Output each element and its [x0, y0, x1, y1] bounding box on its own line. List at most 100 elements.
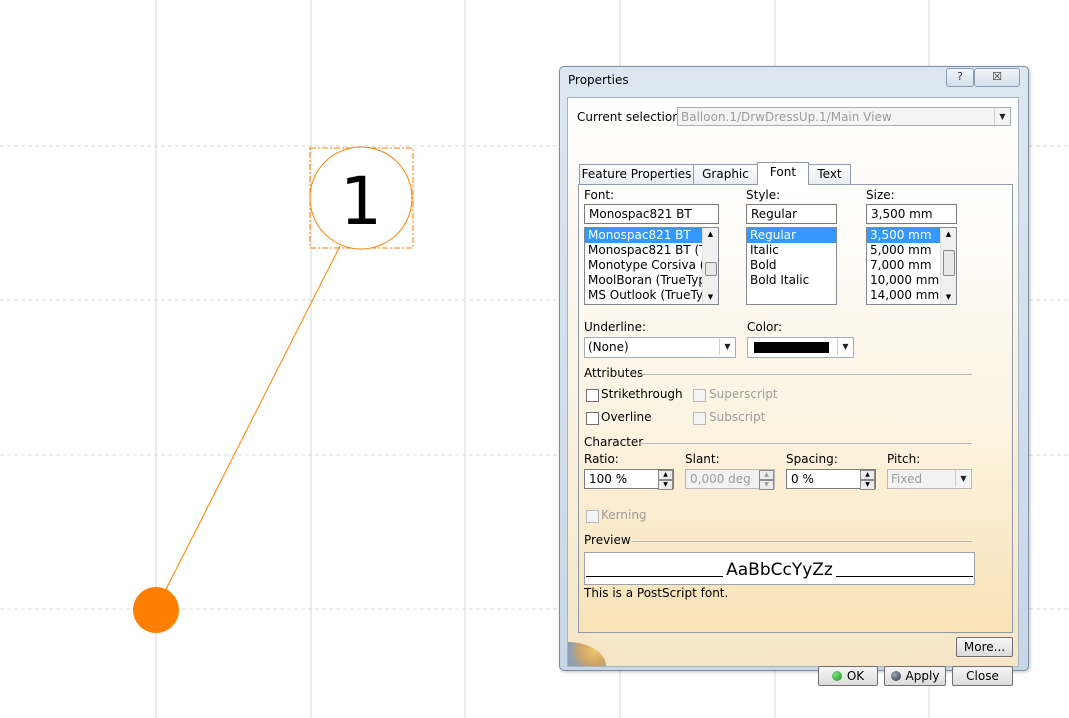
list-item[interactable]: Monospac821 BT: [585, 228, 718, 243]
properties-dialog: Properties ? ☒ Current selection : Ballo…: [559, 66, 1029, 686]
ok-icon: [831, 671, 842, 681]
font-preview: AaBbCcYyZz: [584, 552, 975, 585]
spin-up-icon: ▲: [759, 470, 774, 480]
font-label: Font:: [584, 188, 615, 202]
help-button[interactable]: ?: [946, 68, 974, 87]
subscript-checkbox: [693, 412, 706, 425]
balloon-number: 1: [340, 163, 382, 240]
list-item[interactable]: Monotype Corsiva (Tr: [585, 258, 718, 273]
apply-button[interactable]: Apply: [884, 666, 946, 686]
kerning-label: Kerning: [601, 508, 647, 522]
ratio-spinner[interactable]: 100 % ▲ ▼: [584, 469, 674, 490]
overline-label: Overline: [601, 410, 652, 424]
ok-button[interactable]: OK: [818, 666, 878, 686]
style-list[interactable]: Regular Italic Bold Bold Italic: [746, 227, 837, 305]
apply-icon: [890, 671, 901, 681]
chevron-down-icon: ▼: [994, 108, 1010, 125]
leader-anchor-dot[interactable]: [133, 587, 179, 633]
superscript-label: Superscript: [709, 387, 778, 401]
chevron-down-icon: ▼: [719, 338, 735, 355]
list-item[interactable]: MS Outlook (TrueTyp: [585, 288, 718, 303]
preview-note: This is a PostScript font.: [584, 586, 729, 600]
current-selection-label: Current selection :: [577, 110, 688, 124]
chevron-down-icon: ▼: [837, 338, 853, 355]
size-list-scrollbar[interactable]: ▲ ▼: [940, 228, 956, 304]
scroll-thumb[interactable]: [943, 250, 955, 276]
spin-down-icon[interactable]: ▼: [860, 480, 875, 490]
spin-down-icon: ▼: [759, 480, 774, 490]
preview-text: AaBbCcYyZz: [585, 560, 974, 580]
globe-logo-icon: [568, 642, 606, 666]
subscript-label: Subscript: [709, 410, 766, 424]
list-item[interactable]: Bold Italic: [747, 273, 836, 288]
strikethrough-checkbox[interactable]: [586, 389, 599, 402]
style-label: Style:: [746, 188, 781, 202]
preview-title: Preview: [584, 533, 631, 547]
close-button[interactable]: Close: [952, 666, 1013, 686]
slant-spinner: 0,000 deg ▲ ▼: [685, 469, 775, 490]
more-button[interactable]: More...: [956, 637, 1013, 657]
size-list[interactable]: 3,500 mm 5,000 mm 7,000 mm 10,000 mm 14,…: [866, 227, 957, 305]
font-input[interactable]: Monospac821 BT: [584, 204, 719, 224]
size-input[interactable]: 3,500 mm: [866, 204, 957, 224]
spacing-spinner[interactable]: 0 % ▲ ▼: [786, 469, 876, 490]
dialog-body: Current selection : Balloon.1/DrwDressUp…: [567, 97, 1019, 686]
color-select[interactable]: ▼: [747, 337, 854, 358]
scroll-down-icon[interactable]: ▼: [703, 291, 718, 304]
underline-select[interactable]: (None) ▼: [584, 337, 736, 358]
list-item[interactable]: Monospac821 BT (Tru: [585, 243, 718, 258]
tab-graphic[interactable]: Graphic: [693, 164, 758, 185]
spin-up-icon[interactable]: ▲: [860, 470, 875, 480]
font-input-value: Monospac821 BT: [589, 207, 692, 221]
list-item[interactable]: MoolBoran (TrueType: [585, 273, 718, 288]
list-item[interactable]: Bold: [747, 258, 836, 273]
dialog-title: Properties: [568, 73, 629, 87]
chevron-down-icon: ▼: [955, 470, 971, 487]
list-item[interactable]: Regular: [747, 228, 836, 243]
pitch-value: Fixed: [891, 472, 923, 486]
character-title: Character: [584, 435, 644, 449]
style-input[interactable]: Regular: [746, 204, 837, 224]
close-icon[interactable]: ☒: [974, 68, 1020, 87]
underline-value: (None): [588, 340, 629, 354]
ratio-label: Ratio:: [584, 452, 619, 466]
kerning-checkbox: [586, 510, 599, 523]
divider: [631, 541, 972, 542]
underline-label: Underline:: [584, 320, 647, 334]
divider: [635, 374, 972, 375]
attributes-title: Attributes: [584, 366, 644, 380]
spacing-label: Spacing:: [786, 452, 838, 466]
font-list-scrollbar[interactable]: ▲ ▼: [702, 228, 718, 304]
spin-up-icon[interactable]: ▲: [658, 470, 673, 480]
apply-label: Apply: [905, 669, 940, 683]
overline-checkbox[interactable]: [586, 412, 599, 425]
size-label: Size:: [866, 188, 895, 202]
spin-down-icon[interactable]: ▼: [658, 480, 673, 490]
color-swatch: [754, 342, 829, 353]
spacing-value: 0 %: [791, 472, 814, 486]
color-label: Color:: [747, 320, 783, 334]
font-tab-content: Font: Monospac821 BT Monospac821 BT Mono…: [578, 184, 1013, 633]
strikethrough-label: Strikethrough: [601, 387, 683, 401]
list-item[interactable]: Italic: [747, 243, 836, 258]
pitch-select: Fixed ▼: [887, 469, 972, 489]
scroll-down-icon[interactable]: ▼: [941, 291, 956, 304]
scroll-up-icon[interactable]: ▲: [941, 228, 956, 241]
scroll-up-icon[interactable]: ▲: [703, 228, 718, 241]
pitch-label: Pitch:: [887, 452, 921, 466]
style-input-value: Regular: [751, 207, 798, 221]
size-input-value: 3,500 mm: [871, 207, 933, 221]
preview-sample: AaBbCcYyZz: [723, 560, 836, 580]
tab-font[interactable]: Font: [757, 162, 809, 185]
scroll-thumb[interactable]: [705, 262, 717, 276]
divider: [639, 443, 972, 444]
superscript-checkbox: [693, 389, 706, 402]
tab-feature-properties[interactable]: Feature Properties: [579, 164, 694, 185]
ratio-value: 100 %: [589, 472, 628, 486]
current-selection-combo[interactable]: Balloon.1/DrwDressUp.1/Main View ▼: [677, 107, 1011, 126]
tab-text[interactable]: Text: [808, 164, 851, 185]
current-selection-value: Balloon.1/DrwDressUp.1/Main View: [681, 110, 892, 124]
slant-label: Slant:: [685, 452, 720, 466]
font-list[interactable]: Monospac821 BT Monospac821 BT (Tru Monot…: [584, 227, 719, 305]
ok-label: OK: [846, 669, 865, 683]
